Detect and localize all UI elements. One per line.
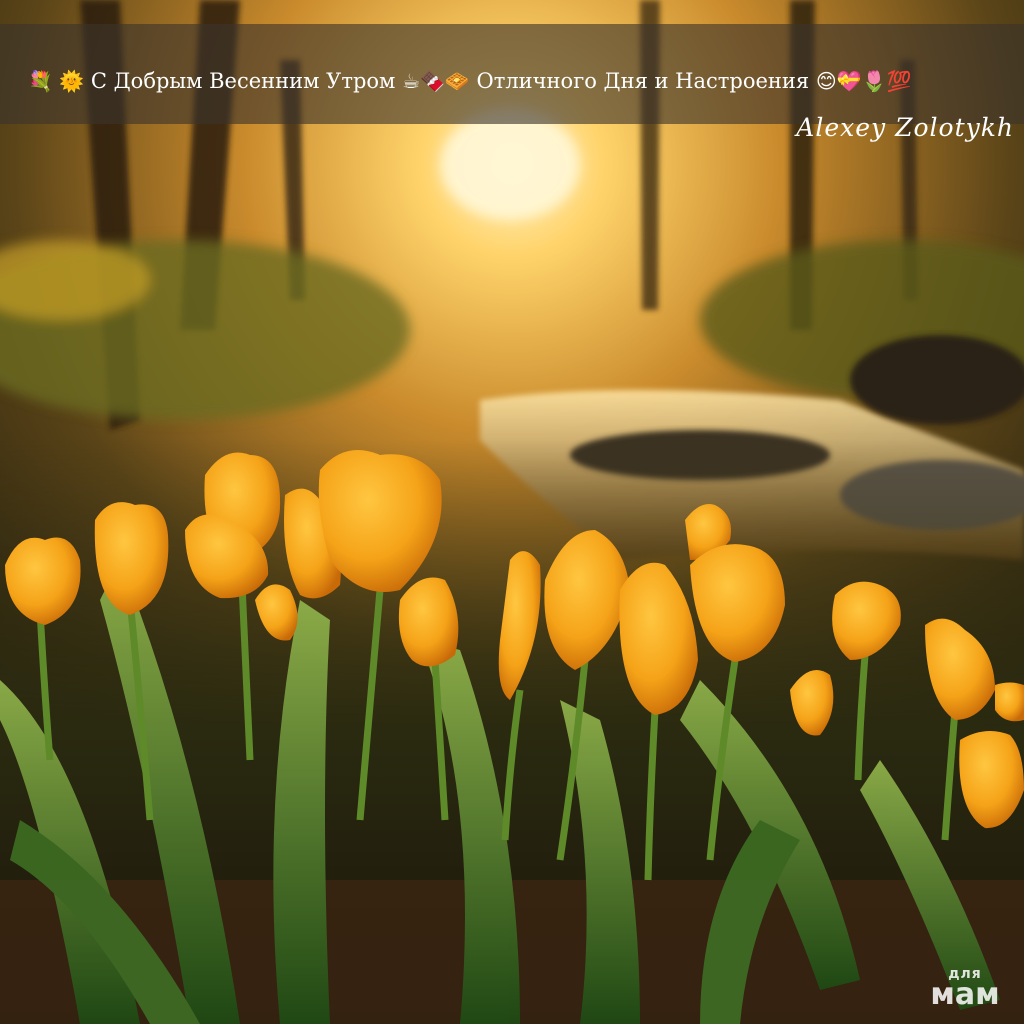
smile-heart-tulip-hundred-icons: 😊💝🌷💯 <box>815 69 912 93</box>
greeting-text: 💐 🌞 С Добрым Весенним Утром ☕🍫🧇 Отличног… <box>28 64 1008 98</box>
watermark-logo: для мам <box>920 967 1010 1010</box>
bouquet-sun-icons: 💐 🌞 <box>28 69 85 93</box>
greeting-morning: С Добрым Весенним Утром <box>90 69 396 93</box>
watermark-line2: мам <box>930 977 1000 1012</box>
greeting-wish: Отличного Дня и Настроения <box>476 69 810 93</box>
photo-scene: 💐 🌞 С Добрым Весенним Утром ☕🍫🧇 Отличног… <box>0 0 1024 1024</box>
greeting-banner: 💐 🌞 С Добрым Весенним Утром ☕🍫🧇 Отличног… <box>0 24 1024 142</box>
tulips-sunrise-photo <box>0 0 1024 1024</box>
coffee-chocolate-waffle-icons: ☕🍫🧇 <box>402 69 470 93</box>
author-signature: Alexey Zolotykh <box>796 113 1014 142</box>
